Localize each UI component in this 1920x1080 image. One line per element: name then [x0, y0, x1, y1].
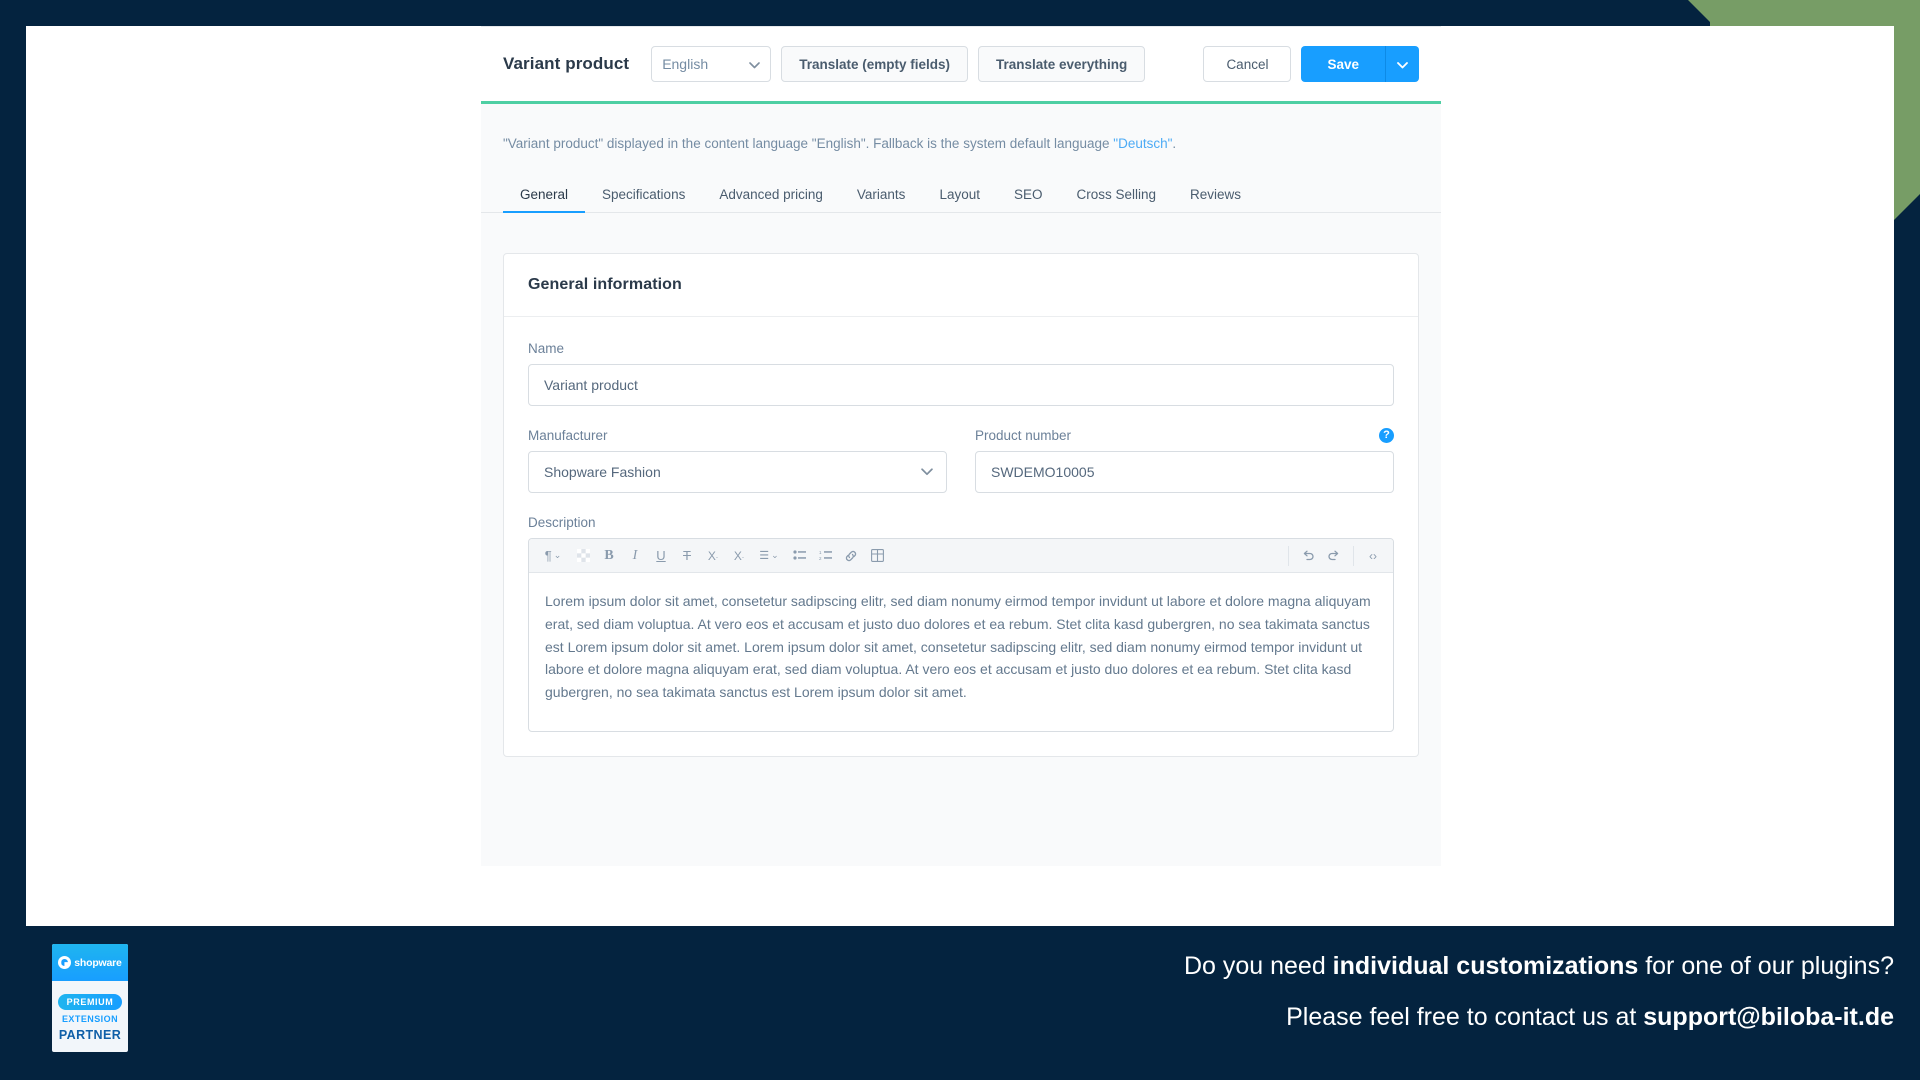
promo-line1-before: Do you need: [1183, 952, 1333, 980]
strikethrough-icon[interactable]: T: [675, 544, 699, 568]
product-tabs: General Specifications Advanced pricing …: [481, 179, 1441, 213]
badge-premium-pill: PREMIUM: [57, 993, 123, 1010]
badge-brand-row: shopware: [52, 944, 128, 981]
manufacturer-select-wrap: Shopware Fashion: [528, 451, 947, 493]
description-editor: ¶ ⌄ B I U T X. X . ☰ ⌄ 1 2 ‹› Lorem ipsu…: [528, 538, 1394, 732]
subscript-icon[interactable]: X.: [727, 544, 751, 568]
promo-line-1: Do you need individual customizations fo…: [1184, 952, 1894, 981]
source-code-icon[interactable]: ‹›: [1361, 544, 1385, 568]
paragraph-format-icon[interactable]: ¶ ⌄: [537, 544, 569, 568]
tab-cross-selling[interactable]: Cross Selling: [1060, 179, 1174, 213]
manufacturer-select[interactable]: Shopware Fashion: [528, 451, 947, 493]
promo-line1-bold: individual customizations: [1332, 952, 1639, 980]
name-label: Name: [528, 341, 565, 356]
card-header: General information: [504, 254, 1418, 317]
card-title: General information: [528, 276, 682, 293]
promo-line-2: Please feel free to contact us at suppor…: [1184, 1003, 1894, 1032]
product-number-label-row: Product number ?: [975, 428, 1394, 443]
manufacturer-product-number-row: Manufacturer Shopware Fashion Product nu…: [528, 428, 1394, 493]
badge-partner-label: PARTNER: [58, 1027, 122, 1042]
text-color-icon[interactable]: [571, 544, 595, 568]
description-label: Description: [528, 515, 596, 530]
table-icon[interactable]: [865, 544, 889, 568]
screenshot-stage: Variant product English Translate (empty…: [0, 0, 1920, 1080]
promo-text: Do you need individual customizations fo…: [1184, 952, 1894, 1032]
tab-seo[interactable]: SEO: [997, 179, 1060, 213]
save-options-button[interactable]: [1385, 46, 1419, 82]
manufacturer-field-group: Manufacturer Shopware Fashion: [528, 428, 947, 493]
link-icon[interactable]: [839, 544, 863, 568]
badge-detail: PREMIUM EXTENSION PARTNER: [52, 981, 128, 1052]
badge-extension-label: EXTENSION: [61, 1013, 119, 1024]
page-title: Variant product: [503, 54, 630, 73]
editor-toolbar: ¶ ⌄ B I U T X. X . ☰ ⌄ 1 2 ‹›: [529, 539, 1393, 573]
translate-everything-button[interactable]: Translate everything: [977, 46, 1146, 82]
redo-icon[interactable]: [1322, 544, 1346, 568]
manufacturer-label: Manufacturer: [528, 428, 608, 443]
description-text[interactable]: Lorem ipsum dolor sit amet, consetetur s…: [529, 573, 1393, 731]
notice-text-after: .: [1172, 136, 1177, 151]
save-button-group: Save: [1301, 46, 1419, 82]
product-number-label: Product number: [975, 428, 1072, 443]
shopware-partner-badge: shopware PREMIUM EXTENSION PARTNER: [52, 944, 128, 1052]
bold-icon[interactable]: B: [597, 544, 621, 568]
product-number-input[interactable]: SWDEMO10005: [975, 451, 1394, 493]
card-body: Name Variant product Manufacturer Shopwa…: [504, 317, 1418, 756]
promo-line1-after: for one of our plugins?: [1638, 952, 1894, 980]
toolbar-divider: [1353, 545, 1354, 566]
tab-layout[interactable]: Layout: [922, 179, 997, 213]
admin-content-column: Variant product English Translate (empty…: [481, 26, 1441, 866]
tab-specifications[interactable]: Specifications: [585, 179, 702, 213]
default-language-link[interactable]: "Deutsch": [1113, 136, 1172, 151]
promo-contact-email: support@biloba-it.de: [1643, 1003, 1894, 1031]
promo-line2-before: Please feel free to contact us at: [1286, 1003, 1644, 1031]
language-select[interactable]: English: [651, 46, 772, 82]
product-number-field-group: Product number ? SWDEMO10005: [975, 428, 1394, 493]
shopware-admin: Variant product English Translate (empty…: [26, 26, 1894, 926]
svg-text:2: 2: [819, 556, 822, 561]
smart-bar: Variant product English Translate (empty…: [481, 26, 1441, 101]
superscript-icon[interactable]: X.: [701, 544, 725, 568]
underline-icon[interactable]: U: [649, 544, 673, 568]
tab-general[interactable]: General: [503, 179, 586, 213]
bullet-list-icon[interactable]: [787, 544, 811, 568]
tab-advanced-pricing[interactable]: Advanced pricing: [702, 179, 840, 213]
tab-variants[interactable]: Variants: [840, 179, 923, 213]
browser-canvas: Variant product English Translate (empty…: [26, 26, 1894, 926]
toolbar-divider: [1288, 545, 1289, 566]
badge-brand-label: shopware: [74, 956, 122, 969]
svg-text:1: 1: [819, 550, 822, 555]
language-select-value: English: [662, 56, 709, 72]
align-icon[interactable]: ☰ ⌄: [753, 544, 785, 568]
italic-icon[interactable]: I: [623, 544, 647, 568]
chevron-down-icon: [1397, 57, 1408, 72]
shopware-logo-icon: [58, 956, 72, 969]
general-information-card: General information Name Variant product…: [503, 253, 1419, 757]
green-accent-triangle: [1688, 0, 1710, 22]
save-button[interactable]: Save: [1301, 46, 1385, 82]
promo-banner: shopware PREMIUM EXTENSION PARTNER Do yo…: [26, 926, 1920, 1080]
language-fallback-notice: "Variant product" displayed in the conte…: [481, 104, 1441, 151]
description-field-group: Description ¶ ⌄ B I U T X . X . ☰ ⌄ 1 2 …: [528, 515, 1394, 732]
translate-empty-fields-button[interactable]: Translate (empty fields): [781, 46, 968, 82]
undo-icon[interactable]: [1296, 544, 1320, 568]
cancel-button[interactable]: Cancel: [1203, 46, 1292, 82]
name-field-group: Name Variant product: [528, 341, 1394, 406]
card-container: General information Name Variant product…: [481, 213, 1441, 757]
chevron-down-icon: [749, 56, 760, 72]
help-icon[interactable]: ?: [1379, 428, 1394, 443]
numbered-list-icon[interactable]: 12: [813, 544, 837, 568]
tab-reviews[interactable]: Reviews: [1173, 179, 1258, 213]
name-input[interactable]: Variant product: [528, 364, 1394, 406]
notice-text-before: "Variant product" displayed in the conte…: [503, 136, 1114, 151]
